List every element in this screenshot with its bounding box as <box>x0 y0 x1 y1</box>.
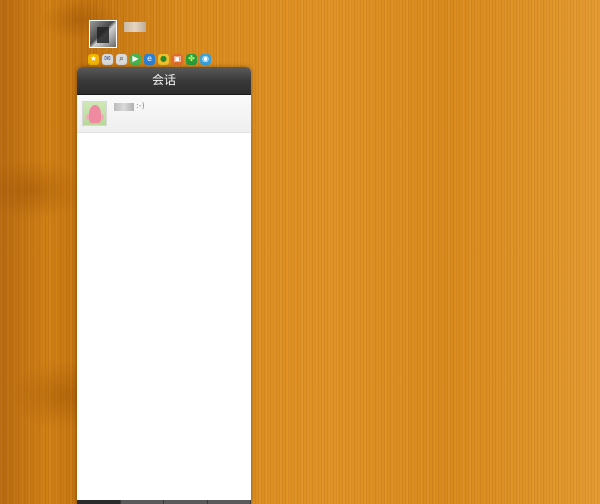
user-name <box>124 22 146 32</box>
conversation-panel: 会话 :-) <box>77 67 251 504</box>
chat-icon[interactable]: ◉ <box>200 53 211 65</box>
mail-icon[interactable]: ✉ <box>102 53 113 65</box>
panel-title: 会话 <box>77 67 251 95</box>
contact-avatar <box>82 101 107 126</box>
message-preview: :-) <box>136 101 145 110</box>
tab-groups[interactable] <box>164 500 208 504</box>
tab-strip <box>77 500 251 504</box>
clover-icon[interactable]: ✤ <box>186 53 197 65</box>
pet-icon[interactable]: ● <box>158 53 169 65</box>
user-avatar[interactable] <box>89 20 117 48</box>
tab-conversations[interactable] <box>77 500 121 504</box>
favorites-icon[interactable]: ★ <box>88 53 99 65</box>
browser-icon[interactable]: e <box>144 53 155 65</box>
plugin-bar: ★ ✉ ⌕ ▶ e ● ▣ ✤ ◉ <box>88 53 211 65</box>
bag-icon[interactable]: ▣ <box>172 53 183 65</box>
play-icon[interactable]: ▶ <box>130 53 141 65</box>
search-icon[interactable]: ⌕ <box>116 53 127 65</box>
contact-name <box>114 103 134 111</box>
tab-more[interactable] <box>207 500 251 504</box>
tab-contacts[interactable] <box>120 500 164 504</box>
list-item[interactable]: :-) <box>77 95 251 133</box>
